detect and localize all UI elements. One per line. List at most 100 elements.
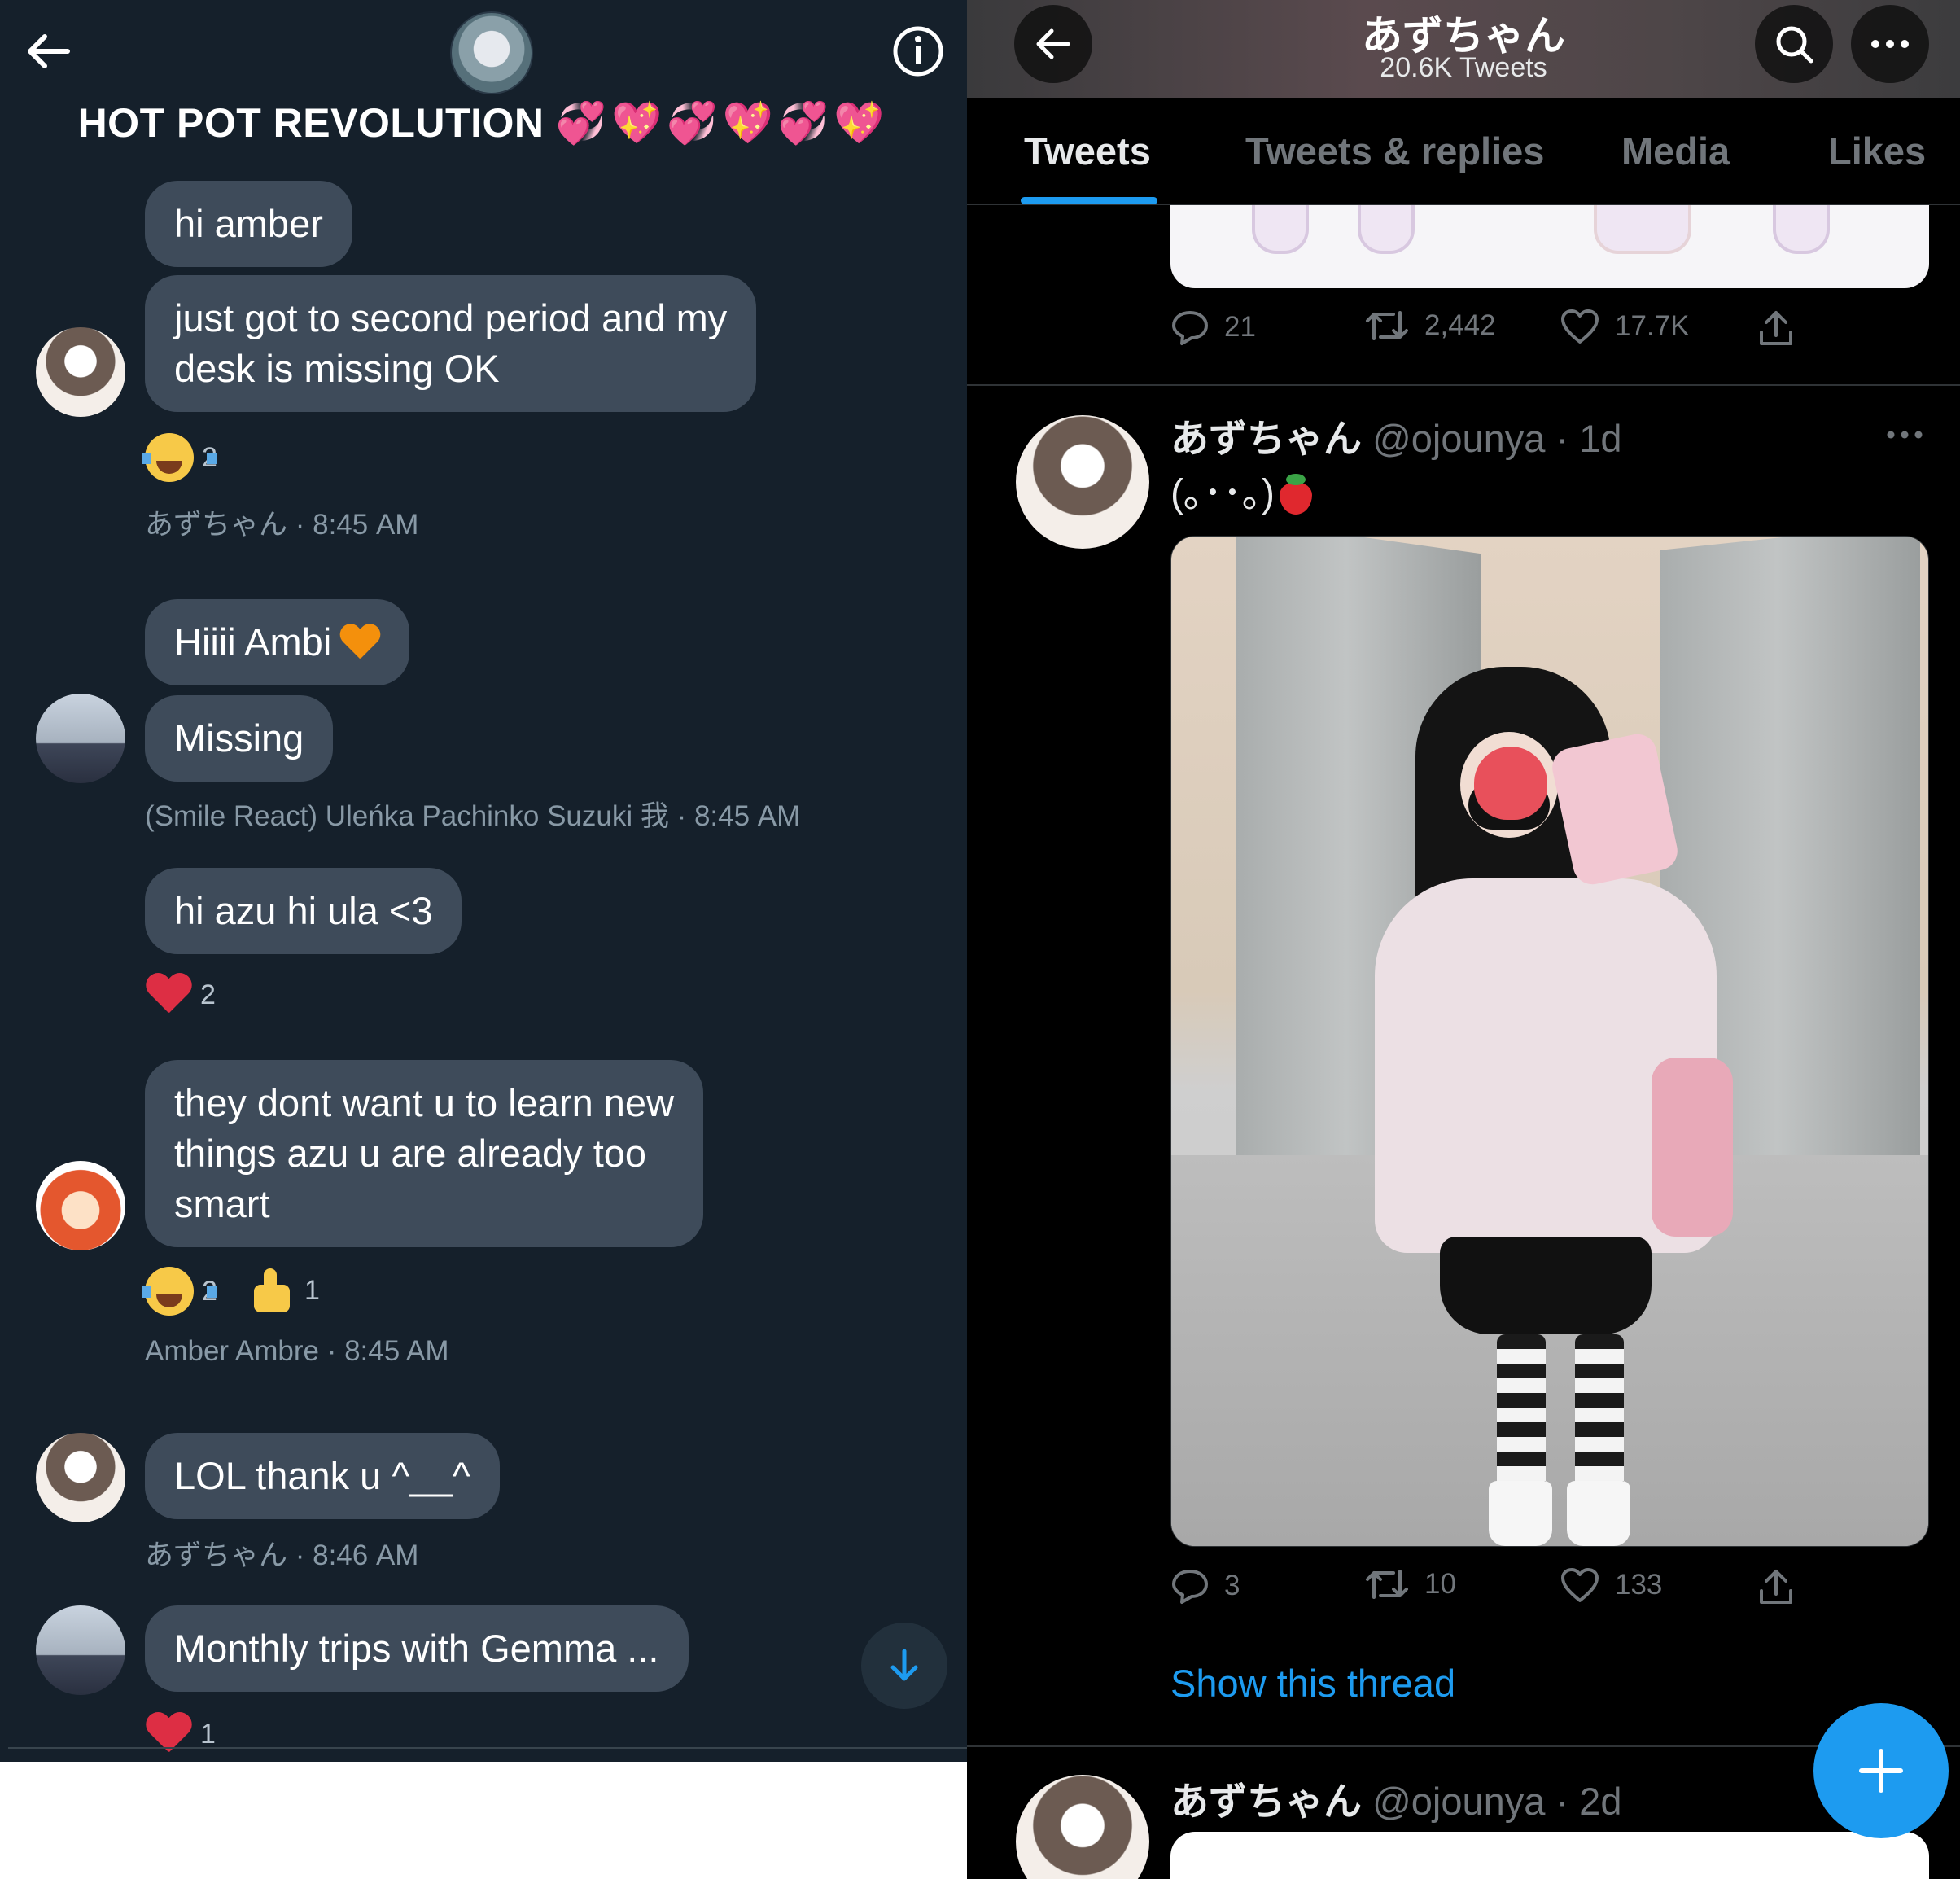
share-button[interactable] (1757, 308, 1796, 348)
avatar[interactable] (36, 1433, 125, 1522)
photo-detail (1497, 1334, 1546, 1497)
message-text: smart (174, 1182, 270, 1225)
like-heart-icon (1561, 1568, 1599, 1602)
tweet-photo[interactable] (1170, 536, 1929, 1547)
like-button[interactable]: 17.7K (1560, 308, 1689, 345)
info-icon[interactable] (890, 23, 947, 80)
avatar[interactable] (1016, 415, 1149, 549)
tab-tweets-and-replies[interactable]: Tweets & replies (1245, 129, 1544, 173)
photo-detail (1652, 1058, 1733, 1237)
message-meta: あずちゃん · 8:45 AM (145, 509, 419, 541)
message-text: hi azu hi ula <3 (174, 889, 433, 932)
profile-tabs: Tweets Tweets & replies Media Likes (967, 98, 1960, 205)
arrow-down-icon (890, 1649, 918, 1681)
message-bubble[interactable]: just got to second period and my desk is… (145, 275, 757, 412)
avatar[interactable] (36, 1605, 125, 1695)
reaction-heart[interactable]: 1 (145, 1713, 216, 1755)
reaction-count: 2 (200, 979, 216, 1010)
image-detail (1594, 205, 1691, 254)
message-text: hi amber (174, 202, 323, 245)
like-heart-icon (1561, 309, 1599, 344)
avatar[interactable] (1016, 1775, 1149, 1879)
tab-likes[interactable]: Likes (1828, 129, 1926, 173)
laughing-crying-emoji-icon (142, 433, 217, 482)
share-button[interactable] (1757, 1566, 1796, 1607)
message-meta: (Smile React) Uleńka Pachinko Suzuki 我 ·… (145, 800, 801, 832)
more-button[interactable] (1851, 5, 1929, 83)
reaction-laughing[interactable]: 2 (142, 433, 217, 482)
scroll-to-bottom-button[interactable] (861, 1623, 947, 1709)
message-text: Hiiii Ambi (174, 620, 332, 664)
active-tab-indicator (1021, 197, 1157, 204)
tab-media[interactable]: Media (1621, 129, 1730, 173)
tweet-text: (｡･･｡) (1170, 461, 1314, 518)
tweet-author[interactable]: あずちゃん @ojounya · 2d (1170, 1770, 1621, 1826)
show-thread-link[interactable]: Show this thread (1170, 1661, 1455, 1706)
message-bubble[interactable]: LOL thank u ^__^ (145, 1433, 500, 1519)
message-bubble[interactable]: hi azu hi ula <3 (145, 868, 462, 954)
group-avatar[interactable] (450, 11, 533, 94)
tweet-text-content: (｡･･｡) (1170, 472, 1275, 515)
reply-count: 3 (1224, 1570, 1240, 1601)
share-icon (1760, 311, 1792, 345)
dm-conversation: HOT POT REVOLUTION 💞💖💞💖💞💖 hi amber just … (0, 0, 967, 1762)
divider (967, 1745, 1960, 1747)
photo-detail (1489, 1481, 1552, 1546)
message-text: Missing (174, 716, 304, 760)
reaction-laughing[interactable]: 2 (142, 1267, 217, 1316)
conversation-title: HOT POT REVOLUTION 💞💖💞💖💞💖 (0, 99, 967, 147)
divider (967, 384, 1960, 386)
like-button[interactable]: 133 (1560, 1566, 1662, 1604)
more-dots-icon (1871, 40, 1909, 48)
avatar[interactable] (36, 694, 125, 783)
message-text: things azu u are already too (174, 1132, 647, 1175)
reply-icon (1172, 311, 1208, 345)
retweet-icon (1366, 311, 1408, 340)
message-text: Monthly trips with Gemma ... (174, 1627, 659, 1670)
like-count: 17.7K (1615, 310, 1690, 342)
photo-detail (1440, 1237, 1652, 1334)
title-hearts: 💞💖💞💖💞💖 (555, 100, 890, 146)
image-detail (1252, 205, 1309, 254)
tweet-more-button[interactable] (1887, 407, 1923, 448)
tweet-actions: 3 10 133 (1170, 1566, 1805, 1615)
message-bubble[interactable]: Missing (145, 695, 334, 782)
avatar[interactable] (36, 327, 125, 417)
reaction-count: 1 (200, 1718, 216, 1750)
message-bubble[interactable]: hi amber (145, 181, 352, 267)
image-detail (1358, 205, 1415, 254)
blank-area (0, 1762, 967, 1879)
author-name: あずちゃん (1170, 1780, 1362, 1823)
retweet-button[interactable]: 10 (1364, 1566, 1456, 1602)
heart-emoji-icon (145, 974, 192, 1016)
back-arrow-icon[interactable] (20, 23, 77, 80)
message-bubble[interactable]: Monthly trips with Gemma ... (145, 1605, 689, 1692)
search-icon (1776, 26, 1813, 64)
message-bubble[interactable]: Hiiii Ambi (145, 599, 410, 685)
tab-tweets[interactable]: Tweets (1024, 129, 1151, 173)
reaction-heart[interactable]: 2 (145, 974, 216, 1016)
strawberry-sticker-icon (1474, 747, 1547, 820)
message-meta: Amber Ambre · 8:45 AM (145, 1335, 449, 1367)
tweet-actions: 21 2,442 17.7K (1170, 308, 1805, 357)
more-dots-icon (1887, 431, 1923, 439)
next-tweet-media[interactable] (1170, 1832, 1929, 1879)
message-bubble[interactable]: they dont want u to learn new things azu… (145, 1060, 704, 1247)
reaction-thumbs-up[interactable]: 1 (249, 1267, 320, 1314)
search-button[interactable] (1755, 5, 1833, 83)
reply-count: 21 (1224, 311, 1256, 343)
avatar[interactable] (36, 1161, 125, 1250)
reply-button[interactable]: 3 (1170, 1566, 1240, 1605)
photo-detail (1575, 1334, 1624, 1497)
profile-header: あずちゃん 20.6K Tweets (967, 0, 1960, 98)
previous-tweet-image[interactable] (1170, 205, 1929, 288)
retweet-count: 2,442 (1424, 309, 1496, 341)
author-name: あずちゃん (1170, 417, 1362, 460)
heart-emoji-icon (145, 1713, 192, 1755)
plus-icon (1859, 1749, 1903, 1793)
tweet-author[interactable]: あずちゃん @ojounya · 1d (1170, 407, 1621, 463)
reply-button[interactable]: 21 (1170, 308, 1256, 347)
retweet-button[interactable]: 2,442 (1364, 308, 1496, 344)
compose-tweet-button[interactable] (1813, 1703, 1949, 1838)
conversation-title-text: HOT POT REVOLUTION (77, 100, 545, 146)
